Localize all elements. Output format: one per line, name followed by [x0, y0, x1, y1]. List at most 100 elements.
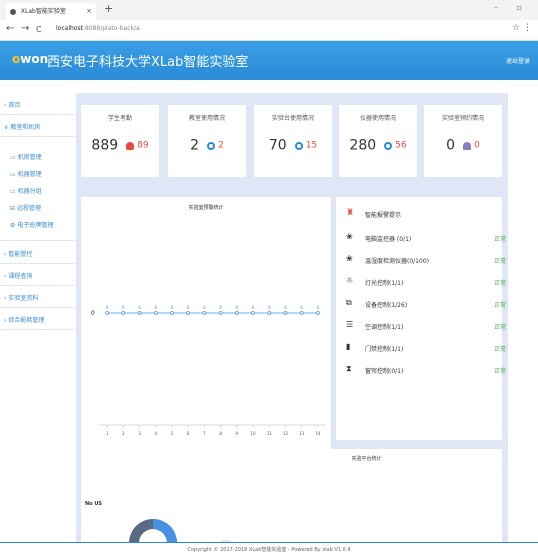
- gear-icon: ⚙: [10, 222, 16, 229]
- status-row[interactable]: ☼ 灯光控制(1/1) 正常: [336, 275, 516, 293]
- status-row[interactable]: ⧉ 设备控制(1/26) 正常: [336, 297, 516, 315]
- stat-card-bench[interactable]: 实验台使用情况 70 15: [254, 105, 332, 177]
- sidebar-item-e-signage[interactable]: ⚙ 电子班牌管理: [10, 220, 53, 229]
- divider: [0, 307, 75, 308]
- stat-sub-value: 2: [218, 140, 224, 151]
- platform-stats-card: 实验平台统计: [231, 449, 502, 543]
- data-label: 0: [284, 305, 287, 310]
- stat-main-value: 70: [268, 137, 287, 154]
- data-point[interactable]: [218, 311, 223, 315]
- sidebar-item-label: 机器管理: [17, 171, 42, 178]
- data-label: 0: [300, 305, 303, 310]
- app-header: owon 西安电子科技大学XLab智能实验室 退出登录: [0, 41, 538, 80]
- bell-icon: [463, 141, 472, 150]
- stat-main-value: 0: [446, 137, 456, 154]
- x-tick-label: 14: [315, 431, 321, 436]
- chevron-down-icon: ∨: [4, 124, 9, 131]
- forward-button[interactable]: →: [21, 23, 29, 34]
- data-point[interactable]: [121, 311, 126, 315]
- sidebar-item-label: 机房管理: [17, 154, 42, 161]
- sidebar-item-label: 机器分组: [17, 188, 42, 195]
- status-value: 正常: [493, 324, 506, 331]
- sidebar-item-lab-manage[interactable]: ▭ 机房管理: [10, 152, 42, 161]
- back-button[interactable]: ←: [6, 23, 14, 34]
- logout-link[interactable]: 退出登录: [506, 56, 530, 65]
- data-point[interactable]: [202, 311, 207, 315]
- data-point[interactable]: [105, 311, 110, 315]
- x-tick-label: 11: [267, 431, 273, 436]
- chevron-right-icon: ›: [4, 251, 7, 258]
- data-point[interactable]: [137, 311, 142, 315]
- sidebar-item-machine-manage[interactable]: ▭ 机器管理: [10, 169, 42, 178]
- chevron-right-icon: ›: [4, 102, 7, 109]
- sidebar-item-label: 首页: [8, 102, 21, 109]
- url-host: localhost: [56, 25, 83, 32]
- sidebar-item-remote[interactable]: ⊟ 远程管理: [10, 203, 41, 212]
- data-point[interactable]: [251, 311, 255, 315]
- data-label: 0: [203, 305, 206, 310]
- divider: [0, 136, 75, 137]
- door-icon: ▮: [346, 342, 351, 351]
- data-point[interactable]: [153, 311, 158, 315]
- status-label: 设备控制(1/26): [365, 302, 408, 309]
- sidebar-item-machine-group[interactable]: ▭ 机器分组: [10, 186, 42, 195]
- data-point[interactable]: [170, 311, 174, 315]
- status-row[interactable]: ▮ 门禁控制(1/1) 正常: [336, 341, 516, 359]
- sidebar-item-lab-docs[interactable]: › 实验室资料: [4, 293, 38, 302]
- stat-sub-value: 0: [474, 140, 480, 151]
- browser-actions[interactable]: ☆ ⋮: [512, 23, 532, 33]
- new-tab-button[interactable]: +: [104, 2, 113, 15]
- x-tick-label: 6: [187, 431, 190, 436]
- status-row[interactable]: ❀ 温湿度检测仪器(0/100) 正常: [336, 253, 516, 271]
- sidebar: › 首页 ∨ 教室和机房 ▭ 机房管理 ▭ 机器管理 ▭ 机器分组 ⊟ 远程管理…: [0, 92, 75, 354]
- sidebar-item-classroom[interactable]: ∨ 教室和机房: [4, 122, 40, 131]
- sidebar-item-label: 综合能耗管理: [8, 317, 45, 324]
- data-label: 0: [171, 305, 174, 310]
- status-label: 电脑监控器 (0/1): [365, 236, 412, 243]
- data-point[interactable]: [267, 311, 272, 315]
- alarm-status-panel: ♜ 智能报警提示 ❀ 电脑监控器 (0/1) 正常 ❀ 温湿度检测仪器(0/100) 正常…: [336, 197, 506, 440]
- window-controls[interactable]: – ▫: [494, 3, 530, 12]
- status-row[interactable]: ⧗ 窗帘控制(0/1) 正常: [336, 363, 516, 381]
- platform-stats-title: 实验平台统计: [351, 456, 382, 462]
- stat-card-reservation[interactable]: 实验室预约情况 0 0: [424, 105, 502, 177]
- stat-card-attendance[interactable]: 学生考勤 889 89: [81, 105, 159, 177]
- sidebar-item-label: 电子班牌管理: [17, 222, 54, 229]
- data-point[interactable]: [186, 311, 191, 315]
- star-icon[interactable]: ☆: [512, 23, 520, 33]
- stat-sub-value: 15: [305, 140, 318, 151]
- data-point[interactable]: [283, 311, 288, 315]
- sidebar-item-course[interactable]: › 课程查询: [4, 271, 32, 280]
- chevron-right-icon: ›: [4, 295, 7, 302]
- browser-tab[interactable]: XLab智能实验室 ×: [6, 3, 96, 20]
- stat-card-instrument[interactable]: 仪器使用情况 280 56: [339, 105, 417, 177]
- stat-main-value: 280: [349, 137, 377, 154]
- donut-segment-blue: [153, 519, 177, 543]
- monitor-icon: ▭: [10, 171, 16, 178]
- status-row[interactable]: ❀ 电脑监控器 (0/1) 正常: [336, 231, 516, 249]
- tab-close-icon[interactable]: ×: [86, 3, 92, 20]
- divider: [0, 263, 75, 264]
- stat-card-classroom[interactable]: 教室使用情况 2 2: [168, 105, 246, 177]
- y-tick-label: 0: [91, 310, 95, 317]
- data-point[interactable]: [315, 311, 320, 315]
- url-field[interactable]: localhost:8088/plato-back/a: [56, 25, 140, 32]
- data-label: 0: [154, 305, 157, 310]
- status-value: 正常: [493, 368, 506, 375]
- data-point[interactable]: [299, 311, 304, 315]
- sidebar-item-label: 远程管理: [16, 205, 41, 212]
- data-point[interactable]: [234, 311, 239, 315]
- monitor-icon: ▭: [10, 154, 16, 161]
- sidebar-item-home[interactable]: › 首页: [4, 100, 20, 109]
- menu-icon[interactable]: ⋮: [523, 23, 532, 33]
- status-row[interactable]: ☰ 空调控制(1/1) 正常: [336, 319, 516, 337]
- reload-button[interactable]: C: [36, 25, 42, 34]
- divider: [0, 240, 75, 241]
- logo: owon: [12, 52, 49, 66]
- data-label: 0: [268, 305, 271, 310]
- x-tick-label: 2: [122, 431, 125, 436]
- sidebar-item-energy[interactable]: › 综合能耗管理: [4, 315, 44, 324]
- data-label: 0: [187, 305, 190, 310]
- sidebar-item-smart-control[interactable]: › 智能管控: [4, 249, 32, 258]
- favicon-icon: [10, 8, 16, 15]
